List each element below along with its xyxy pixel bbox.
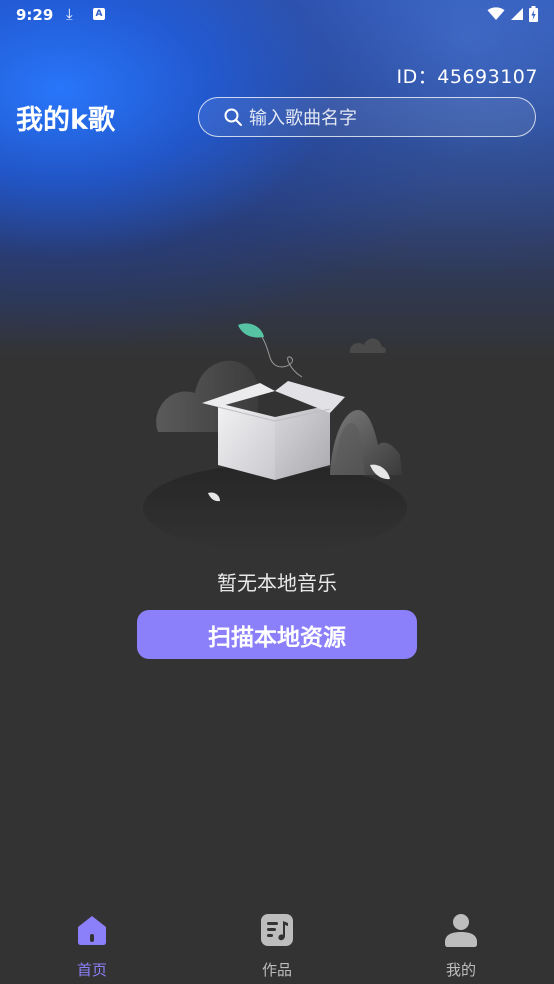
battery-icon — [529, 6, 538, 22]
user-id: ID：45693107 — [396, 66, 538, 88]
search-icon — [224, 108, 242, 126]
nav-item-works[interactable]: 作品 — [217, 898, 337, 984]
status-indicators — [487, 6, 538, 22]
keyboard-notification-icon: A — [93, 8, 105, 20]
status-time: 9:29 — [16, 6, 54, 24]
signal-icon — [511, 8, 523, 20]
home-icon — [78, 916, 106, 945]
music-note-icon — [261, 914, 293, 946]
search-input[interactable]: 输入歌曲名字 — [198, 97, 536, 137]
wifi-icon — [487, 7, 505, 20]
nav-item-home[interactable]: 首页 — [32, 898, 152, 984]
header-background — [0, 0, 554, 360]
empty-state-message: 暂无本地音乐 — [217, 571, 337, 595]
status-bar: 9:29 ⤓ A — [0, 0, 554, 32]
nav-label-mine: 我的 — [445, 961, 476, 979]
bottom-nav: 首页 作品 我的 — [0, 898, 554, 984]
scan-local-resources-button[interactable]: 扫描本地资源 — [137, 610, 417, 659]
user-icon — [445, 914, 477, 947]
nav-label-home: 首页 — [76, 961, 107, 979]
nav-item-mine[interactable]: 我的 — [401, 898, 521, 984]
empty-box-illustration — [143, 323, 407, 552]
nav-label-works: 作品 — [261, 961, 292, 979]
download-icon: ⤓ — [66, 5, 73, 23]
search-placeholder: 输入歌曲名字 — [249, 108, 357, 129]
page-title: 我的k歌 — [16, 105, 115, 136]
